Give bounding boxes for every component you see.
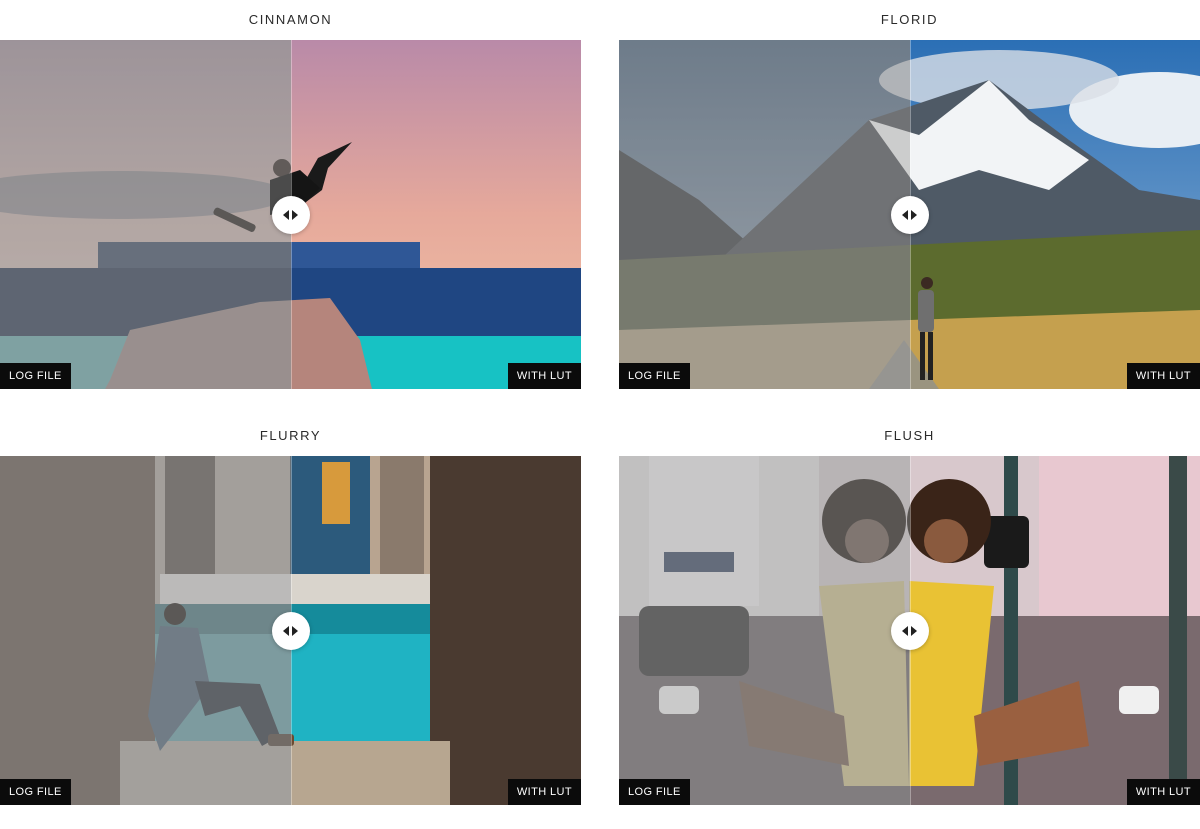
arrow-left-icon <box>902 625 908 636</box>
arrow-right-icon <box>911 209 917 220</box>
log-file-label: LOG FILE <box>0 779 71 805</box>
lut-card-florid: FLORID LOG FILE WITH LUT <box>619 0 1200 389</box>
with-lut-label: WITH LUT <box>507 363 581 389</box>
card-title: CINNAMON <box>248 12 333 27</box>
lut-card-flush: FLUSH LOG FILE WITH LUT <box>619 416 1200 805</box>
log-file-overlay <box>0 40 291 389</box>
log-file-overlay <box>619 40 910 389</box>
log-file-label: LOG FILE <box>619 779 690 805</box>
with-lut-label: WITH LUT <box>507 779 581 805</box>
slider-handle[interactable] <box>271 195 310 234</box>
before-after-slider[interactable]: LOG FILE WITH LUT <box>0 456 581 805</box>
with-lut-label: WITH LUT <box>1126 363 1200 389</box>
lut-card-cinnamon: CINNAMON LOG FILE WITH LUT <box>0 0 581 389</box>
slider-handle[interactable] <box>271 611 310 650</box>
card-title: FLURRY <box>259 428 322 443</box>
arrow-left-icon <box>283 209 289 220</box>
arrow-right-icon <box>292 209 298 220</box>
log-file-label: LOG FILE <box>619 363 690 389</box>
arrow-right-icon <box>292 625 298 636</box>
before-after-slider[interactable]: LOG FILE WITH LUT <box>0 40 581 389</box>
log-file-overlay <box>0 456 291 805</box>
arrow-right-icon <box>911 625 917 636</box>
with-lut-label: WITH LUT <box>1126 779 1200 805</box>
slider-handle[interactable] <box>890 195 929 234</box>
before-after-slider[interactable]: LOG FILE WITH LUT <box>619 40 1200 389</box>
card-title: FLORID <box>880 12 939 27</box>
slider-handle[interactable] <box>890 611 929 650</box>
lut-card-flurry: FLURRY LOG FILE WITH LUT <box>0 416 581 805</box>
arrow-left-icon <box>283 625 289 636</box>
before-after-slider[interactable]: LOG FILE WITH LUT <box>619 456 1200 805</box>
log-file-overlay <box>619 456 910 805</box>
arrow-left-icon <box>902 209 908 220</box>
log-file-label: LOG FILE <box>0 363 71 389</box>
card-title: FLUSH <box>884 428 935 443</box>
